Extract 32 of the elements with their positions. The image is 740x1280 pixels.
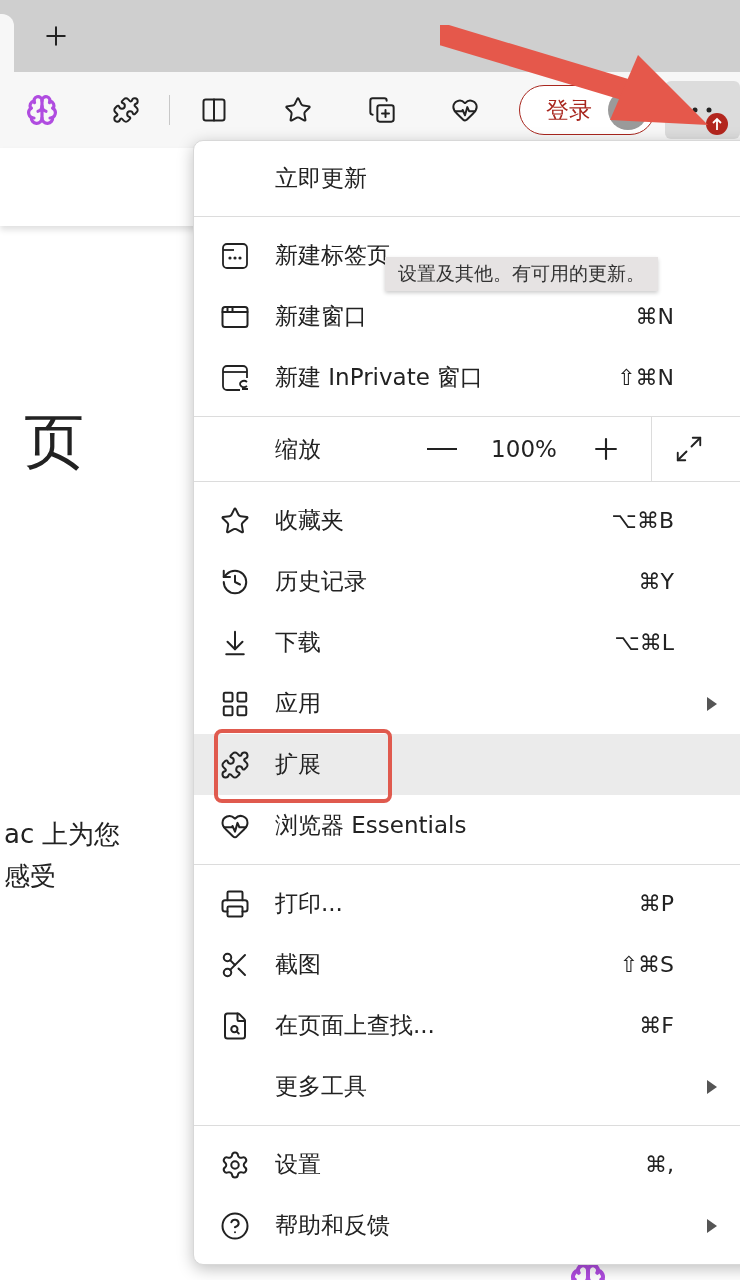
menu-item[interactable]: 扩展: [194, 734, 740, 795]
expand-icon: [674, 434, 704, 464]
menu-item[interactable]: 打印... ⌘P: [194, 873, 740, 934]
minus-icon: [427, 448, 457, 450]
menu-item[interactable]: 浏览器 Essentials: [194, 795, 740, 856]
menu-item[interactable]: 设置 ⌘,: [194, 1134, 740, 1195]
menu-item[interactable]: 新建 InPrivate 窗口 ⇧⌘N: [194, 347, 740, 408]
fullscreen-button[interactable]: [674, 434, 704, 464]
menu-item[interactable]: 下载 ⌥⌘L: [194, 612, 740, 673]
page-heading: 页: [24, 405, 84, 478]
star-icon: [220, 505, 250, 536]
menu-item[interactable]: 在页面上查找... ⌘F: [194, 995, 740, 1056]
menu-item[interactable]: 立即更新: [275, 163, 740, 194]
puzzle-icon: [220, 749, 250, 780]
private-window-icon: [220, 362, 250, 393]
update-badge: [706, 113, 728, 135]
menu-item[interactable]: 截图 ⇧⌘S: [194, 934, 740, 995]
menu-item[interactable]: 帮助和反馈: [194, 1195, 740, 1256]
zoom-label: 缩放: [275, 434, 322, 464]
brain-icon: [568, 1262, 608, 1280]
page-text: 感受: [4, 860, 56, 893]
menu-item[interactable]: 更多工具: [194, 1056, 740, 1117]
menu-item[interactable]: 历史记录 ⌘Y: [194, 551, 740, 612]
help-icon: [220, 1210, 250, 1241]
page-text: ac 上为您: [4, 818, 121, 851]
printer-icon: [220, 888, 250, 919]
menu-item[interactable]: 收藏夹 ⌥⌘B: [194, 490, 740, 551]
tooltip: 设置及其他。有可用的更新。: [385, 257, 658, 291]
new-tab-icon: [220, 240, 250, 271]
zoom-value: 100%: [490, 436, 558, 462]
menu-item[interactable]: 应用: [194, 673, 740, 734]
settings-icon: [220, 1149, 250, 1180]
